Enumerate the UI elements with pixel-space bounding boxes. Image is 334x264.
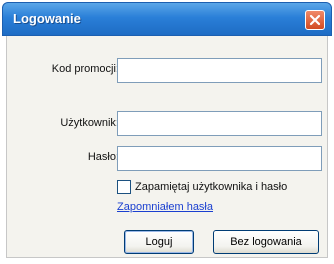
title-bar[interactable]: Logowanie — [2, 2, 332, 36]
remember-checkbox[interactable] — [117, 180, 131, 194]
close-icon — [309, 14, 321, 26]
login-button-label: Loguj — [145, 236, 173, 248]
promo-code-input[interactable] — [117, 58, 322, 83]
login-button[interactable]: Loguj — [124, 230, 194, 254]
password-input[interactable] — [117, 146, 322, 171]
skip-login-button-label: Bez logowania — [230, 236, 302, 248]
window-title: Logowanie — [13, 11, 81, 26]
dialog-body: Kod promocji: Użytkownik: Hasło: Zapamię… — [6, 36, 328, 258]
password-label: Hasło: — [87, 151, 119, 163]
promo-code-label: Kod promocji: — [51, 63, 119, 75]
username-label: Użytkownik: — [60, 117, 119, 129]
close-button[interactable] — [305, 10, 325, 30]
remember-label[interactable]: Zapamiętaj użytkownika i hasło — [135, 181, 287, 193]
login-window: Logowanie Kod promocji: Użytkownik: Hasł… — [0, 0, 334, 264]
forgot-password-link[interactable]: Zapomniałem hasła — [117, 201, 213, 213]
username-input[interactable] — [117, 111, 322, 136]
skip-login-button[interactable]: Bez logowania — [213, 230, 319, 254]
